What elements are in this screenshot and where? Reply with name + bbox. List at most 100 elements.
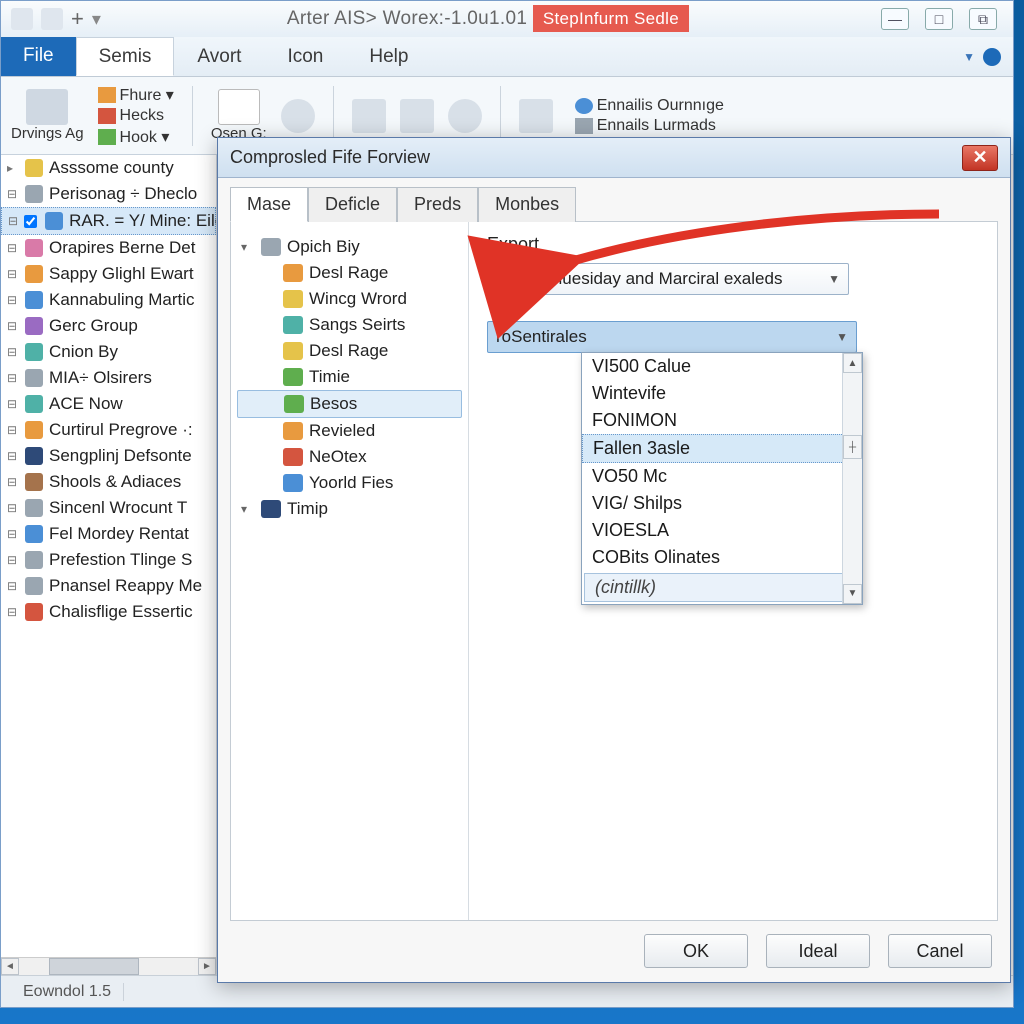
- qat-icon[interactable]: [11, 8, 33, 30]
- tree-chevron-icon[interactable]: ▾: [241, 502, 255, 516]
- menu-semis[interactable]: Semis: [76, 37, 175, 76]
- sidebar-item[interactable]: ⊟Sappy Glighl Ewart: [1, 261, 216, 287]
- expand-icon[interactable]: ⊟: [7, 553, 19, 567]
- expand-icon[interactable]: ⊟: [7, 293, 19, 307]
- sidebar-checkbox[interactable]: [24, 215, 37, 228]
- ribbon-hook[interactable]: Hook ▾: [120, 127, 170, 147]
- ribbon-link[interactable]: Ennailis Ournnıge: [597, 97, 724, 115]
- scroll-up-icon[interactable]: ▲: [843, 353, 862, 373]
- ribbon-collapse-icon[interactable]: ▼: [963, 50, 975, 64]
- menu-help[interactable]: Help: [346, 37, 431, 76]
- sidebar-item[interactable]: ⊟Shools & Adiaces: [1, 469, 216, 495]
- expand-icon[interactable]: ⊟: [7, 267, 19, 281]
- dropdown-option[interactable]: VIOESLA: [582, 517, 862, 544]
- expand-icon[interactable]: ⊟: [7, 501, 19, 515]
- ribbon-link[interactable]: Ennails Lurmads: [597, 117, 716, 135]
- cancel-button[interactable]: Canel: [888, 934, 992, 968]
- dropdown-option[interactable]: FONIMON: [582, 407, 862, 434]
- add-item-button[interactable]: ┼: [843, 435, 862, 459]
- qat-add-icon[interactable]: +: [71, 6, 84, 32]
- qat-dropdown-icon[interactable]: ▾: [92, 9, 101, 30]
- expand-icon[interactable]: ⊟: [7, 605, 19, 619]
- tree-chevron-icon[interactable]: ▾: [241, 240, 255, 254]
- scroll-down-icon[interactable]: ▼: [843, 584, 862, 604]
- tab-monbes[interactable]: Monbes: [478, 187, 576, 222]
- tab-preds[interactable]: Preds: [397, 187, 478, 222]
- sidebar-item[interactable]: ⊟RAR. = Y/ Mine: Eile: [1, 207, 216, 235]
- ribbon-fhure[interactable]: Fhure ▾: [120, 85, 174, 105]
- expand-icon[interactable]: ⊟: [7, 187, 19, 201]
- sidebar-item[interactable]: ⊟Pnansel Reappy Me: [1, 573, 216, 599]
- ribbon-icon[interactable]: [281, 99, 315, 133]
- tree-node[interactable]: Sangs Seirts: [237, 312, 462, 338]
- ok-button[interactable]: OK: [644, 934, 748, 968]
- expand-icon[interactable]: ⊟: [7, 319, 19, 333]
- dropdown-option[interactable]: VI500 Calue: [582, 353, 862, 380]
- dropdown-option[interactable]: VIG/ Shilps: [582, 490, 862, 517]
- expand-icon[interactable]: ⊟: [7, 449, 19, 463]
- tab-deficle[interactable]: Deficle: [308, 187, 397, 222]
- ribbon-group-osen[interactable]: Osen G:: [211, 89, 267, 142]
- dropdown-edit-option[interactable]: (cintillk): [584, 573, 860, 602]
- minimize-button[interactable]: —: [881, 8, 909, 30]
- tree-node[interactable]: NeOtex: [237, 444, 462, 470]
- sidebar-item[interactable]: ⊟Gerc Group: [1, 313, 216, 339]
- sidebar-item[interactable]: ⊟MIA÷ Olsirers: [1, 365, 216, 391]
- expand-icon[interactable]: ⊟: [7, 475, 19, 489]
- tree-node[interactable]: ▾Timip: [237, 496, 462, 522]
- qat-icon[interactable]: [41, 8, 63, 30]
- restore-button[interactable]: ⧉: [969, 8, 997, 30]
- tab-mase[interactable]: Mase: [230, 187, 308, 222]
- expand-icon[interactable]: ⊟: [7, 423, 19, 437]
- expand-icon[interactable]: ⊟: [7, 241, 19, 255]
- sentirales-combo[interactable]: roSentirales ▼: [487, 321, 857, 353]
- sidebar-item[interactable]: ⊟Fel Mordey Rentat: [1, 521, 216, 547]
- sidebar-item[interactable]: ⊟Sincenl Wrocunt T: [1, 495, 216, 521]
- sidebar-item[interactable]: ⊟Perisonag ÷ Dheclo: [1, 181, 216, 207]
- dialog-titlebar[interactable]: Comprosled Fife Forview ✕: [218, 138, 1010, 178]
- file-menu[interactable]: File: [1, 37, 76, 76]
- tree-node[interactable]: Wincg Wrord: [237, 286, 462, 312]
- expand-icon[interactable]: ⊟: [8, 214, 18, 228]
- expand-icon[interactable]: ⊟: [7, 371, 19, 385]
- ribbon-hecks[interactable]: Hecks: [120, 107, 164, 125]
- expand-icon[interactable]: ⊟: [7, 579, 19, 593]
- expand-icon[interactable]: ⊟: [7, 345, 19, 359]
- close-button[interactable]: ✕: [962, 145, 998, 171]
- help-icon[interactable]: [983, 48, 1001, 66]
- sidebar-item[interactable]: ⊟Curtirul Pregrove ·:: [1, 417, 216, 443]
- ribbon-group-drvings[interactable]: Drvings Ag: [11, 89, 84, 142]
- menu-avort[interactable]: Avort: [174, 37, 264, 76]
- dropdown-option[interactable]: Fallen 3asle: [582, 434, 862, 463]
- sidebar-item[interactable]: ⊟Sengplinj Defsonte: [1, 443, 216, 469]
- dropdown-option[interactable]: Wintevife: [582, 380, 862, 407]
- tree-node[interactable]: Timie: [237, 364, 462, 390]
- sidebar-item[interactable]: ⊟Kannabuling Martic: [1, 287, 216, 313]
- sidebar-item[interactable]: ⊟Chalisflige Essertic: [1, 599, 216, 625]
- tree-node[interactable]: Besos: [237, 390, 462, 418]
- tree-node[interactable]: Yoorld Fies: [237, 470, 462, 496]
- maximize-button[interactable]: □: [925, 8, 953, 30]
- sidebar-item[interactable]: ▸Asssome county: [1, 155, 216, 181]
- sidebar-item[interactable]: ⊟Orapires Berne Det: [1, 235, 216, 261]
- tree-node[interactable]: ▾Opich Biy: [237, 234, 462, 260]
- sidebar-tree[interactable]: ▸Asssome county⊟Perisonag ÷ Dheclo⊟RAR. …: [1, 155, 217, 975]
- sidebar-item[interactable]: ⊟Prefestion Tlinge S: [1, 547, 216, 573]
- dropdown-option[interactable]: COBits Olinates: [582, 544, 862, 571]
- tree-node[interactable]: Desl Rage: [237, 260, 462, 286]
- ideal-button[interactable]: Ideal: [766, 934, 870, 968]
- expand-icon[interactable]: ⊟: [7, 397, 19, 411]
- ribbon-icon[interactable]: [448, 99, 482, 133]
- tree-node[interactable]: Revieled: [237, 418, 462, 444]
- ribbon-icon[interactable]: [519, 99, 553, 133]
- expand-icon[interactable]: ▸: [7, 161, 19, 175]
- sidebar-item[interactable]: ⊟ACE Now: [1, 391, 216, 417]
- export-combo[interactable]: Wabe luesiday and Marciral exaleds ▼: [501, 263, 849, 295]
- ribbon-icon[interactable]: [352, 99, 386, 133]
- expand-icon[interactable]: ⊟: [7, 527, 19, 541]
- dialog-tree[interactable]: ▾Opich BiyDesl RageWincg WrordSangs Seir…: [231, 222, 469, 920]
- ribbon-icon[interactable]: [400, 99, 434, 133]
- dropdown-option[interactable]: VO50 Mc: [582, 463, 862, 490]
- tree-node[interactable]: Desl Rage: [237, 338, 462, 364]
- sidebar-item[interactable]: ⊟Cnion By: [1, 339, 216, 365]
